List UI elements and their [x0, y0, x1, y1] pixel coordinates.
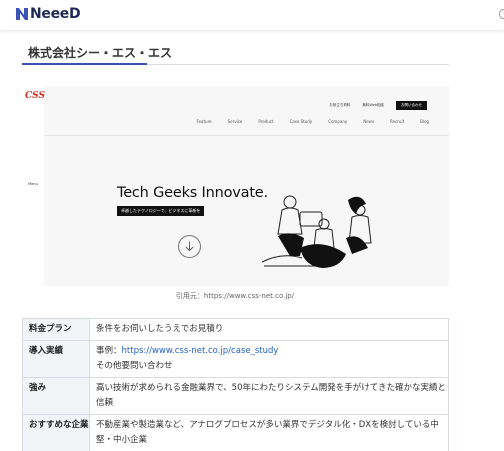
people-illustration-icon [261, 195, 372, 268]
brand-name: NeeeD [30, 6, 81, 22]
row-label-strengths: 強み [22, 377, 90, 415]
row-value-pricing: 条件をお伺いしたうえでお見積り [89, 318, 449, 341]
table-row: 導入実績 事例：https://www.css-net.co.jp/case_s… [22, 340, 449, 378]
case-study-link[interactable]: https://www.css-net.co.jp/case_study [122, 346, 279, 356]
site-nav-item: Company [328, 119, 348, 124]
site-toplink-web-consult: 無料Web相談 [362, 103, 384, 107]
site-top-links: お役立ち資料 無料Web相談 お問い合わせ [329, 101, 427, 110]
row-value-track-record: 事例：https://www.css-net.co.jp/case_study … [89, 340, 449, 378]
company-details-table: 料金プラン 条件をお伺いしたうえでお見積り 導入実績 事例：https://ww… [22, 318, 449, 451]
table-row: 料金プラン 条件をお伺いしたうえでお見積り [22, 318, 449, 341]
company-heading: 株式会社シー・エス・エス [28, 46, 173, 60]
site-nav-item: Recruit [390, 119, 405, 124]
row-value-strengths: 高い技術が求められる金融業界で、50年にわたりシステム開発を手がけてきた確かな実… [89, 377, 449, 415]
site-nav-item: Feature [196, 119, 212, 124]
top-header: NeeeD [0, 0, 504, 30]
site-menu-label: Menu [28, 182, 38, 186]
site-sidebar: CSS Menu [22, 86, 45, 286]
table-row: 強み 高い技術が求められる金融業界で、50年にわたりシステム開発を手がけてきた確… [22, 377, 449, 415]
site-hero-tagline: 卓越したテクノロジーで、ビジネスに革新を [117, 206, 205, 216]
table-row: おすすめな企業 不動産業や製造業など、アナログプロセスが多い業界でデジタル化・D… [22, 414, 449, 451]
case-study-other: その他要問い合わせ [96, 361, 173, 371]
site-logo: CSS [25, 91, 45, 101]
case-study-prefix: 事例： [96, 346, 122, 356]
site-nav-item: Blog [420, 119, 429, 124]
site-nav-item: Service [227, 119, 243, 124]
website-screenshot: CSS Menu お役立ち資料 無料Web相談 お問い合わせ Feature S… [22, 86, 449, 286]
site-toplink-resources: お役立ち資料 [329, 103, 351, 107]
scroll-down-arrow-icon [178, 235, 201, 258]
heading-accent-underline [22, 63, 147, 65]
row-label-pricing: 料金プラン [22, 318, 90, 341]
site-nav-item: News [363, 119, 375, 124]
site-nav-item: Product [258, 119, 274, 124]
row-label-recommended: おすすめな企業 [22, 414, 90, 451]
site-nav-item: Case Study [289, 119, 313, 124]
site-nav: Feature Service Product Case Study Compa… [196, 119, 429, 124]
user-icon[interactable] [499, 9, 504, 19]
brand-mark-icon [16, 8, 28, 20]
site-divider [44, 135, 449, 136]
row-value-recommended: 不動産業や製造業など、アナログプロセスが多い業界でデジタル化・DXを検討している… [89, 414, 449, 451]
brand-logo[interactable]: NeeeD [16, 6, 81, 22]
site-hero-title: Tech Geeks Innovate. [117, 185, 268, 201]
site-contact-button: お問い合わせ [396, 101, 427, 110]
row-label-track-record: 導入実績 [22, 340, 90, 378]
image-source-caption: 引用元：https://www.css-net.co.jp/ [175, 292, 295, 300]
